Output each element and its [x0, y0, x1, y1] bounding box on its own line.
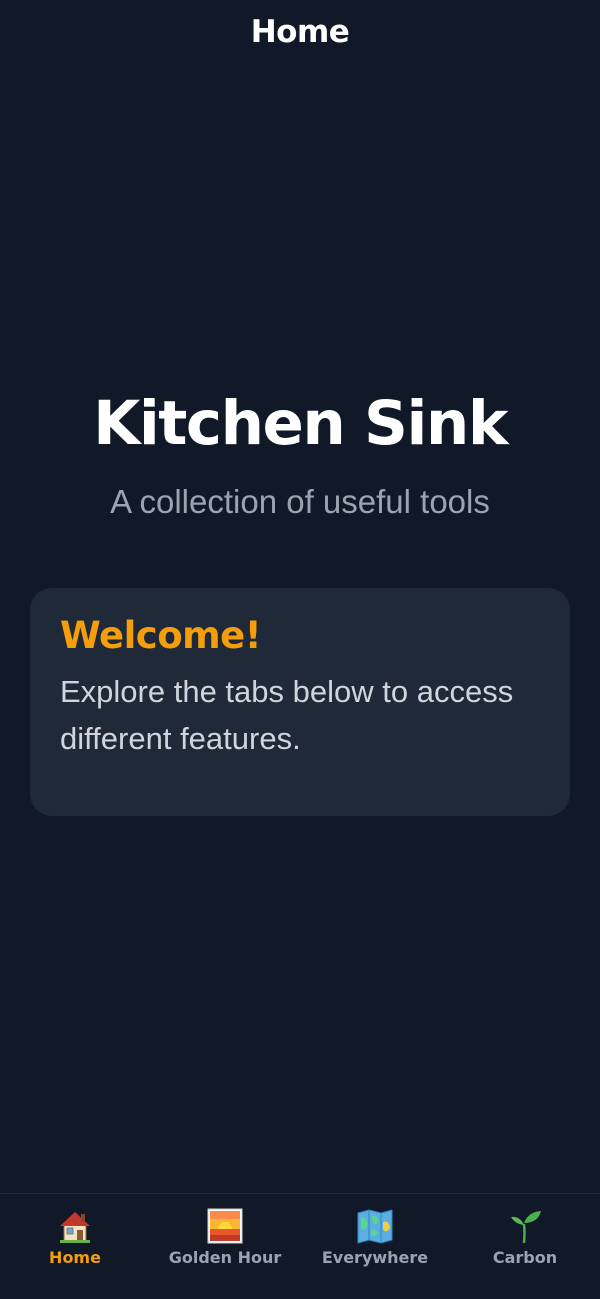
tab-golden-hour[interactable]: Golden Hour [150, 1194, 300, 1299]
home-screen: Home Kitchen Sink A collection of useful… [0, 0, 600, 1299]
app-title: Kitchen Sink [93, 388, 508, 459]
tab-label-carbon: Carbon [492, 1248, 558, 1267]
tab-label-home: Home [49, 1248, 101, 1267]
welcome-title: Welcome! [60, 614, 262, 657]
map-icon [355, 1206, 395, 1246]
tab-label-golden-hour: Golden Hour [168, 1248, 282, 1267]
tab-everywhere[interactable]: Everywhere [300, 1194, 450, 1299]
house-icon [55, 1206, 95, 1246]
tab-carbon[interactable]: Carbon [450, 1194, 600, 1299]
welcome-text: Explore the tabs below to access differe… [60, 674, 514, 756]
app-subtitle: A collection of useful tools [110, 483, 490, 520]
seedling-icon [505, 1206, 545, 1246]
tab-label-everywhere: Everywhere [321, 1248, 429, 1267]
tab-bar: Home Golden Hour Everywhere Carbon [0, 1193, 600, 1299]
page-title: Home [250, 14, 350, 50]
welcome-card: Welcome! Explore the tabs below to acces… [30, 588, 570, 816]
sunrise-icon [205, 1206, 245, 1246]
tab-home[interactable]: Home [0, 1194, 150, 1299]
